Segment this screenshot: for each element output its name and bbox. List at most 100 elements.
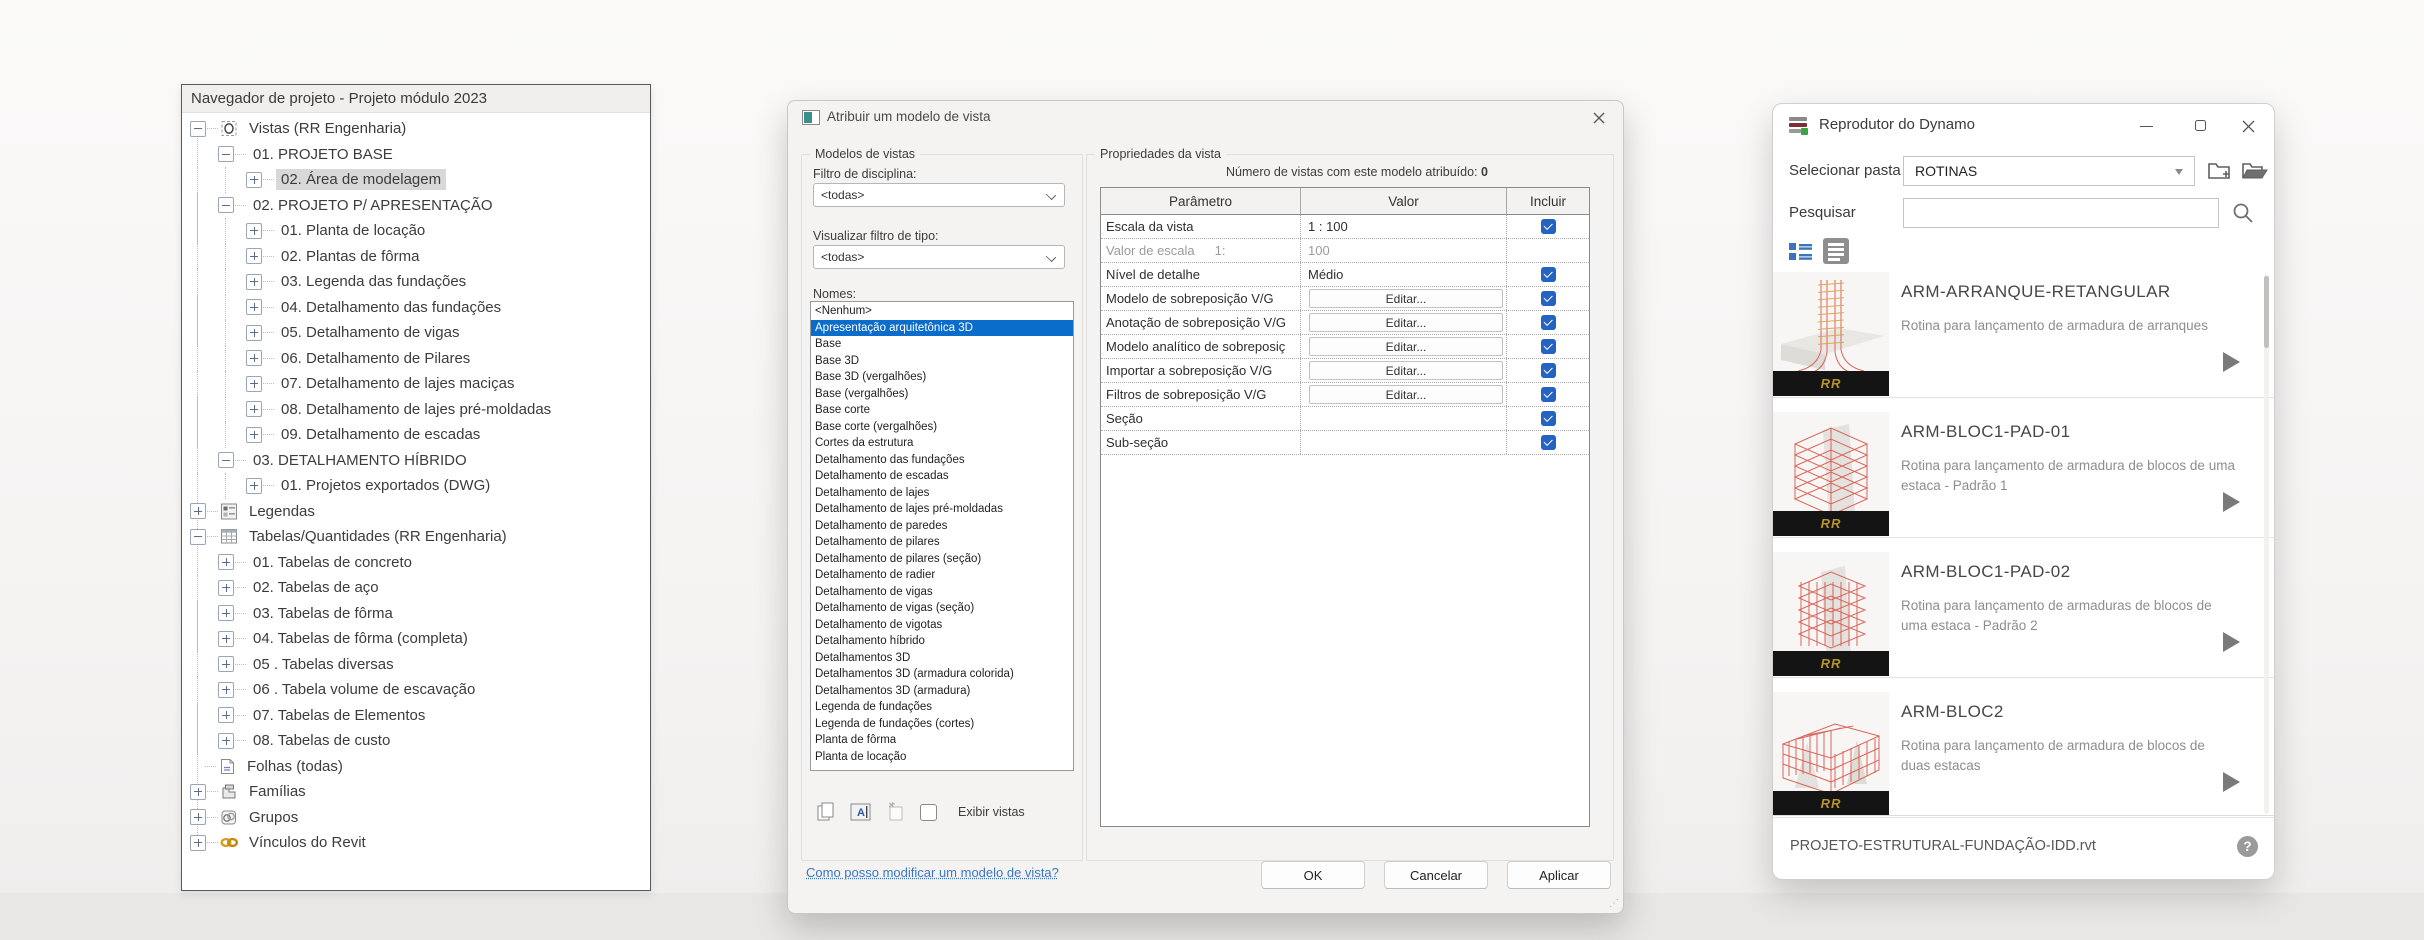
template-name-option[interactable]: Detalhamentos 3D (armadura colorida)	[811, 666, 1073, 683]
template-name-option[interactable]: Detalhamento de vigotas	[811, 617, 1073, 634]
tree-item[interactable]: Tabelas/Quantidades (RR Engenharia)	[190, 524, 650, 550]
template-name-option[interactable]: Apresentação arquitetônica 3D	[811, 320, 1073, 337]
tree-item[interactable]: 06. Detalhamento de Pilares	[190, 346, 650, 372]
tree-item[interactable]: Legendas	[190, 499, 650, 525]
duplicate-template-icon[interactable]	[816, 801, 836, 823]
template-name-option[interactable]: Detalhamento de paredes	[811, 518, 1073, 535]
open-folder-icon[interactable]	[2241, 158, 2269, 182]
tree-item[interactable]: 01. Planta de locação	[190, 218, 650, 244]
dialog-titlebar[interactable]: Atribuir um modelo de vista	[788, 101, 1623, 133]
expand-icon[interactable]	[246, 401, 262, 417]
template-name-option[interactable]: Base	[811, 336, 1073, 353]
close-icon[interactable]	[2240, 118, 2258, 134]
tree-item[interactable]: 05 . Tabelas diversas	[190, 652, 650, 678]
apply-button[interactable]: Aplicar	[1507, 861, 1611, 889]
maximize-icon[interactable]	[2192, 118, 2210, 134]
dynamo-titlebar[interactable]: Reprodutor do Dynamo	[1773, 104, 2274, 148]
search-input[interactable]	[1903, 198, 2219, 228]
tree-item[interactable]: 03. Legenda das fundações	[190, 269, 650, 295]
value-cell[interactable]: Editar...	[1301, 311, 1507, 334]
tree-item[interactable]: 08. Detalhamento de lajes pré-moldadas	[190, 397, 650, 423]
routine-item[interactable]: RRARM-BLOC1-PAD-02Rotina para lançamento…	[1773, 552, 2274, 692]
folder-dropdown[interactable]: ROTINAS	[1903, 156, 2195, 186]
template-name-option[interactable]: Detalhamento de escadas	[811, 468, 1073, 485]
delete-template-icon[interactable]	[886, 801, 906, 823]
tree-item[interactable]: 09. Detalhamento de escadas	[190, 422, 650, 448]
value-cell[interactable]: Médio	[1301, 263, 1507, 286]
template-name-option[interactable]: Planta de fôrma	[811, 732, 1073, 749]
template-name-option[interactable]: Base (vergalhões)	[811, 386, 1073, 403]
tree-item[interactable]: Vistas (RR Engenharia)	[190, 116, 650, 142]
tree-item[interactable]: 05. Detalhamento de vigas	[190, 320, 650, 346]
add-folder-icon[interactable]	[2207, 158, 2233, 182]
include-checkbox[interactable]	[1541, 435, 1556, 450]
expand-icon[interactable]	[190, 835, 206, 851]
cancel-button[interactable]: Cancelar	[1384, 861, 1488, 889]
expand-icon[interactable]	[190, 503, 206, 519]
value-cell[interactable]: Editar...	[1301, 383, 1507, 406]
expand-icon[interactable]	[246, 172, 262, 188]
expand-icon[interactable]	[218, 605, 234, 621]
include-checkbox[interactable]	[1541, 363, 1556, 378]
collapse-icon[interactable]	[218, 197, 234, 213]
value-cell[interactable]	[1301, 431, 1507, 454]
template-names-list[interactable]: <Nenhum>Apresentação arquitetônica 3DBas…	[810, 301, 1074, 771]
play-icon[interactable]	[2223, 492, 2240, 512]
tree-item[interactable]: 02. Tabelas de aço	[190, 575, 650, 601]
rename-template-icon[interactable]: A	[850, 802, 872, 822]
scrollbar-thumb[interactable]	[2264, 276, 2269, 348]
tree-item[interactable]: 07. Tabelas de Elementos	[190, 703, 650, 729]
collapse-icon[interactable]	[190, 529, 206, 545]
tree-item[interactable]: 06 . Tabela volume de escavação	[190, 677, 650, 703]
template-name-option[interactable]: Cortes da estrutura	[811, 435, 1073, 452]
tree-item[interactable]: Vínculos do Revit	[190, 830, 650, 856]
template-name-option[interactable]: Detalhamento de pilares (seção)	[811, 551, 1073, 568]
tree-item[interactable]: 08. Tabelas de custo	[190, 728, 650, 754]
expand-icon[interactable]	[246, 248, 262, 264]
value-cell[interactable]: 1 : 100	[1301, 215, 1507, 238]
help-icon[interactable]: ?	[2237, 836, 2258, 857]
value-cell[interactable]: Editar...	[1301, 335, 1507, 358]
template-name-option[interactable]: Detalhamento de vigas	[811, 584, 1073, 601]
thumbnail-view-icon[interactable]	[1789, 242, 1812, 262]
tree-item[interactable]: Famílias	[190, 779, 650, 805]
tree-item[interactable]: 02. PROJETO P/ APRESENTAÇÃO	[190, 193, 650, 219]
discipline-filter-dropdown[interactable]: <todas>	[813, 183, 1065, 207]
template-name-option[interactable]: Detalhamento de vigas (seção)	[811, 600, 1073, 617]
template-name-option[interactable]: <Nenhum>	[811, 303, 1073, 320]
expand-icon[interactable]	[246, 478, 262, 494]
expand-icon[interactable]	[218, 631, 234, 647]
expand-icon[interactable]	[218, 554, 234, 570]
include-checkbox[interactable]	[1541, 219, 1556, 234]
tree-item[interactable]: Grupos	[190, 805, 650, 831]
list-view-icon[interactable]	[1823, 238, 1849, 264]
include-checkbox[interactable]	[1541, 411, 1556, 426]
expand-icon[interactable]	[190, 784, 206, 800]
template-name-option[interactable]: Planta de locação	[811, 749, 1073, 766]
include-checkbox[interactable]	[1541, 291, 1556, 306]
expand-icon[interactable]	[218, 682, 234, 698]
tree-item[interactable]: 01. Projetos exportados (DWG)	[190, 473, 650, 499]
value-cell[interactable]: Editar...	[1301, 287, 1507, 310]
include-checkbox[interactable]	[1541, 315, 1556, 330]
include-checkbox[interactable]	[1541, 267, 1556, 282]
collapse-icon[interactable]	[218, 452, 234, 468]
expand-icon[interactable]	[218, 733, 234, 749]
tree-item[interactable]: 04. Detalhamento das fundações	[190, 295, 650, 321]
expand-icon[interactable]	[246, 427, 262, 443]
expand-icon[interactable]	[246, 376, 262, 392]
tree-item[interactable]: 01. PROJETO BASE	[190, 142, 650, 168]
template-name-option[interactable]: Legenda de fundações	[811, 699, 1073, 716]
tree-item[interactable]: 03. Tabelas de fôrma	[190, 601, 650, 627]
template-name-option[interactable]: Base corte (vergalhões)	[811, 419, 1073, 436]
edit-button[interactable]: Editar...	[1309, 361, 1503, 380]
include-checkbox[interactable]	[1541, 387, 1556, 402]
collapse-icon[interactable]	[190, 121, 206, 137]
template-name-option[interactable]: Detalhamento de lajes pré-moldadas	[811, 501, 1073, 518]
play-icon[interactable]	[2223, 772, 2240, 792]
help-link[interactable]: Como posso modificar um modelo de vista?	[806, 865, 1059, 880]
tree-item[interactable]: 07. Detalhamento de lajes maciças	[190, 371, 650, 397]
expand-icon[interactable]	[246, 350, 262, 366]
type-filter-dropdown[interactable]: <todas>	[813, 245, 1065, 269]
edit-button[interactable]: Editar...	[1309, 289, 1503, 308]
